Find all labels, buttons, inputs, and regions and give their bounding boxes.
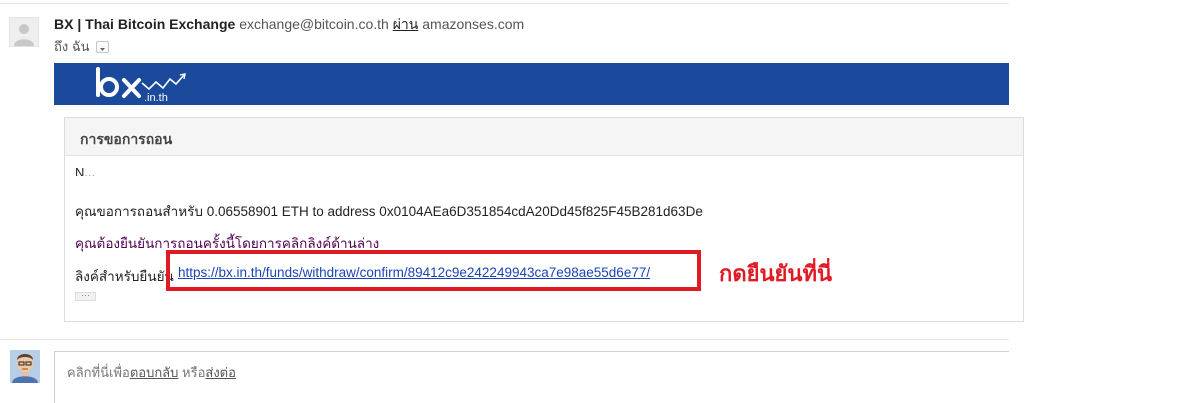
via-link[interactable]: ผ่าน [393, 16, 419, 32]
sender-avatar[interactable] [9, 17, 39, 47]
top-divider [0, 3, 1009, 4]
user-avatar [10, 350, 40, 383]
card-header: การขอการถอน [65, 118, 1023, 156]
via-domain: amazonses.com [422, 16, 525, 32]
confirm-link-label: ลิงค์สำหรับยืนยัน [75, 269, 174, 284]
recipient-label: ถึง ฉัน [54, 39, 90, 54]
reply-or-text: หรือ [178, 365, 206, 380]
annotation-text: กดยืนยันที่นี่ [719, 261, 833, 286]
greeting-text: N... [75, 166, 96, 176]
chevron-down-icon [100, 47, 106, 51]
sender-name[interactable]: BX | Thai Bitcoin Exchange [54, 16, 235, 32]
details-dropdown-button[interactable] [96, 40, 110, 53]
reply-link[interactable]: ตอบกลับ [130, 365, 179, 380]
sender-line: BX | Thai Bitcoin Exchange exchange@bitc… [54, 14, 524, 36]
svg-text:.in.th: .in.th [144, 92, 168, 103]
recipient-line: ถึง ฉัน [54, 36, 110, 57]
bottom-divider [0, 339, 1009, 340]
bx-logo: .in.th [96, 67, 186, 103]
sender-email: exchange@bitcoin.co.th [239, 16, 389, 32]
section-title: การขอการถอน [80, 131, 173, 147]
email-banner: .in.th [54, 63, 1009, 105]
forward-link[interactable]: ส่งต่อ [205, 365, 236, 380]
reply-prompt: คลิกที่นี่เพื่อตอบกลับ หรือส่งต่อ [67, 362, 236, 383]
reply-box[interactable]: คลิกที่นี่เพื่อตอบกลับ หรือส่งต่อ [54, 351, 1009, 403]
reply-prompt-prefix: คลิกที่นี่เพื่อ [67, 365, 130, 380]
withdraw-card: การขอการถอน N... คุณขอการถอนสำหรับ 0.065… [64, 117, 1024, 322]
person-silhouette-icon [14, 24, 34, 46]
highlight-box [166, 250, 701, 291]
show-trimmed-content-button[interactable]: ··· [75, 291, 96, 301]
withdraw-details-text: คุณขอการถอนสำหรับ 0.06558901 ETH to addr… [75, 204, 703, 219]
